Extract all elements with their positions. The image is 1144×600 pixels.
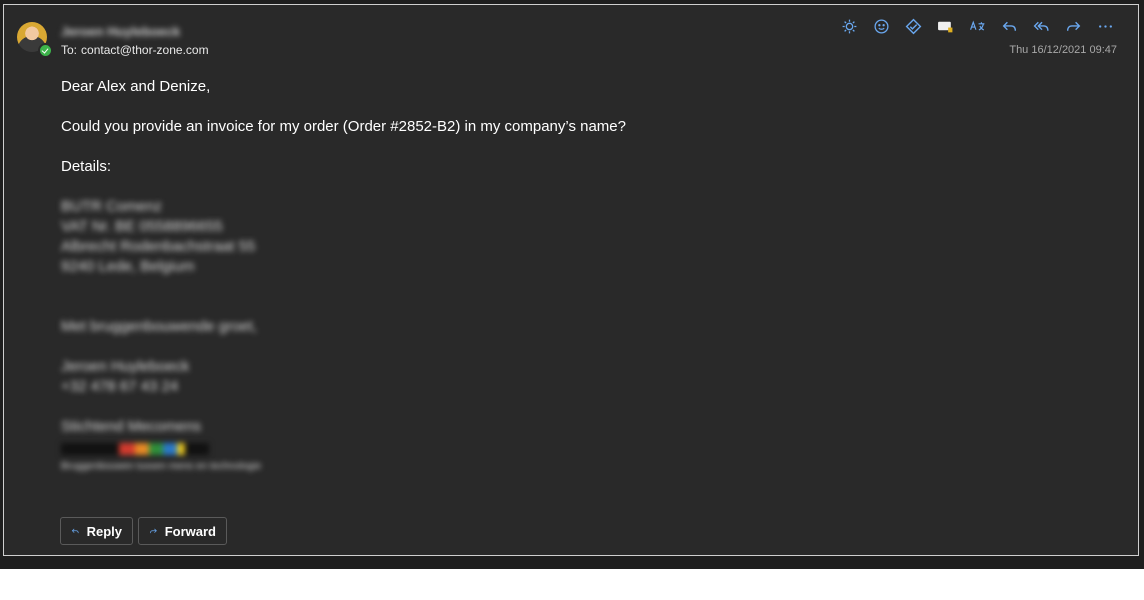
sender-name[interactable]: Jeroen Huyleboeck xyxy=(61,24,180,39)
message-body: Dear Alex and Denize, Could you provide … xyxy=(61,77,1061,477)
more-icon[interactable] xyxy=(1089,16,1121,36)
sent-date: Thu 16/12/2021 09:47 xyxy=(1009,44,1117,56)
details-label: Details: xyxy=(61,158,112,175)
translate-icon[interactable] xyxy=(961,16,993,36)
message-card: Jeroen Huyleboeck To: contact@thor-zone.c… xyxy=(3,4,1139,556)
signature-organization: Stichtend Mecomens xyxy=(61,418,202,435)
forward-button[interactable]: Forward xyxy=(138,517,227,545)
emoji-icon[interactable] xyxy=(865,16,897,36)
signature-name: Jeroen Huyleboeck xyxy=(61,358,190,375)
signature-logo xyxy=(61,441,209,457)
reply-icon xyxy=(71,528,79,534)
forward-icon xyxy=(150,528,157,534)
address-line: 9240 Lede, Belgium xyxy=(61,258,195,275)
presence-available-icon xyxy=(38,43,53,58)
request-text: Could you provide an invoice for my orde… xyxy=(61,118,626,135)
reading-pane: Jeroen Huyleboeck To: contact@thor-zone.c… xyxy=(0,0,1144,569)
address-line: BUTR Comenz xyxy=(61,198,162,215)
reading-icon[interactable] xyxy=(929,16,961,36)
forward-button-label: Forward xyxy=(164,523,216,539)
reply-all-icon[interactable] xyxy=(1025,16,1057,36)
address-line: VAT Nr. BE 0558896655 xyxy=(61,218,223,235)
address-line: Albrecht Rodenbachstraat 55 xyxy=(61,238,256,255)
closing-line: Met bruggenbouwende groet, xyxy=(61,318,257,335)
signature-phone: +32 478 67 43 24 xyxy=(61,378,179,395)
sun-icon[interactable] xyxy=(833,16,865,36)
forward-icon[interactable] xyxy=(1057,16,1089,36)
recipient-line: To: contact@thor-zone.com xyxy=(61,43,209,57)
recipient-address[interactable]: contact@thor-zone.com xyxy=(81,43,209,57)
reply-button-label: Reply xyxy=(86,523,122,539)
reply-icon[interactable] xyxy=(993,16,1025,36)
sticker-icon[interactable] xyxy=(897,16,929,36)
to-label: To: xyxy=(61,43,78,57)
signature-tagline: Bruggenbouwen tussen mens en technologie xyxy=(61,461,262,472)
message-toolbar xyxy=(833,16,1121,36)
greeting: Dear Alex and Denize, xyxy=(61,78,211,95)
reply-button[interactable]: Reply xyxy=(60,517,133,545)
